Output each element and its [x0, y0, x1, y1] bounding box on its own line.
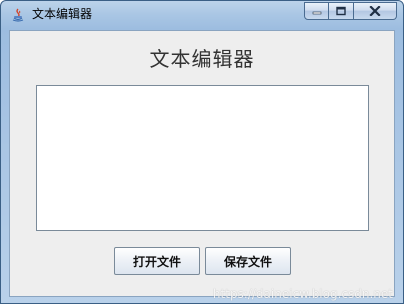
- watermark: https://daineicw.blog.csdn.net: [212, 287, 393, 301]
- window-title: 文本编辑器: [32, 7, 93, 21]
- caption-buttons: [304, 2, 397, 21]
- title-bar[interactable]: 文本编辑器: [1, 1, 403, 29]
- save-file-button[interactable]: 保存文件: [205, 247, 291, 275]
- maximize-button[interactable]: [329, 2, 354, 20]
- page-title: 文本编辑器: [149, 47, 255, 71]
- app-window: 文本编辑器 文本编辑器 打开文件 保存文件 https://daineicw.b…: [0, 0, 404, 304]
- minimize-icon: [312, 11, 321, 15]
- maximize-icon: [336, 6, 346, 16]
- java-app-icon[interactable]: [10, 7, 26, 23]
- editor-text-area[interactable]: [36, 85, 369, 231]
- open-file-button[interactable]: 打开文件: [114, 247, 200, 275]
- close-button[interactable]: [354, 2, 397, 20]
- minimize-button[interactable]: [304, 2, 329, 20]
- close-icon: [369, 6, 381, 16]
- content-panel: 文本编辑器 打开文件 保存文件: [9, 30, 395, 297]
